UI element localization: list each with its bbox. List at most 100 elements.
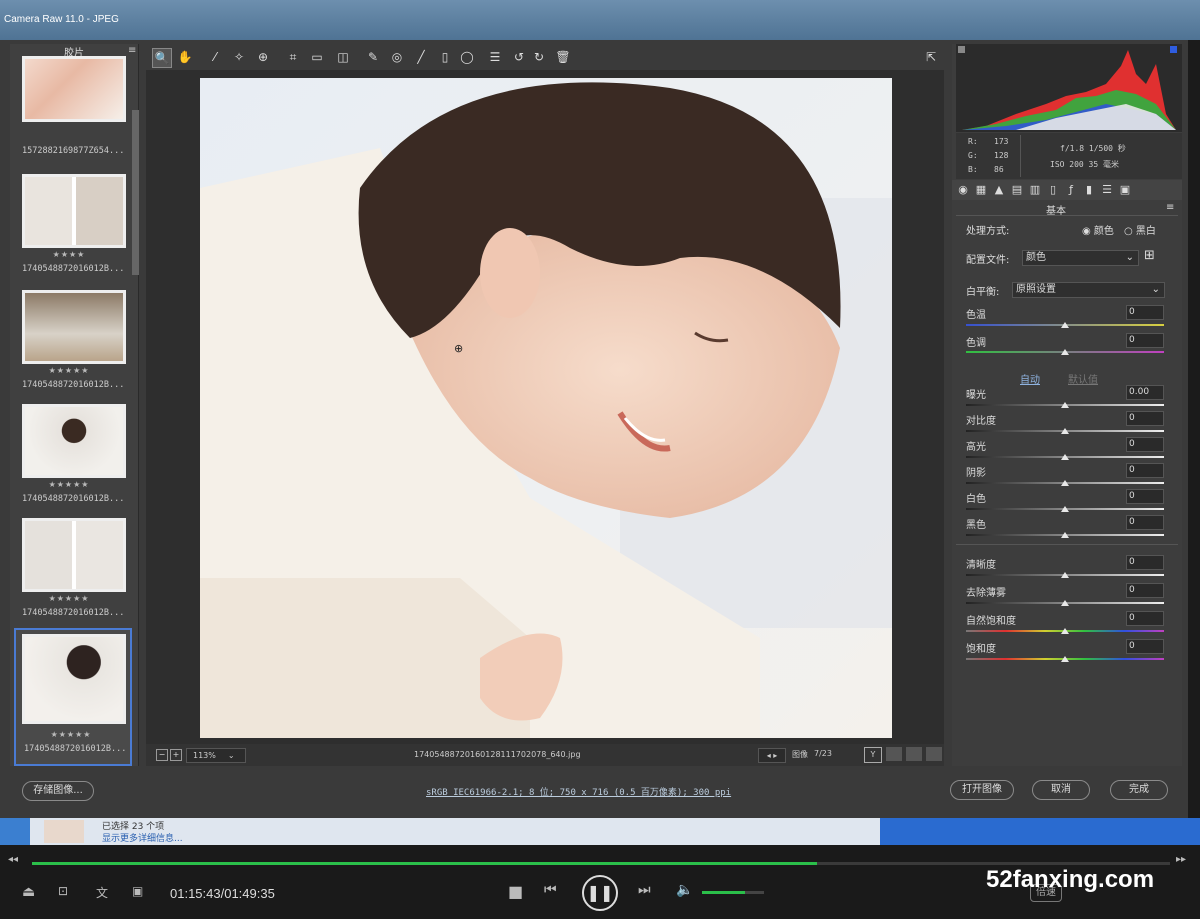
before-after-toggle[interactable]: Y <box>864 747 882 763</box>
cancel-button[interactable]: 取消 <box>1032 780 1090 800</box>
temperature-value[interactable]: 0 <box>1126 305 1164 320</box>
spot-removal-tool-icon[interactable]: ✎ <box>364 48 382 66</box>
rewind-icon[interactable]: ◂◂ <box>8 854 18 865</box>
tone-curve-tab-icon[interactable]: ▦ <box>974 183 988 197</box>
treatment-bw-radio[interactable]: ○ 黑白 <box>1124 222 1156 237</box>
calibration-tab-icon[interactable]: ▮ <box>1082 183 1096 197</box>
hand-tool-icon[interactable]: ✋ <box>176 48 194 66</box>
white-balance-dropdown[interactable]: 原照设置 ⌄ <box>1012 282 1165 298</box>
trash-icon[interactable]: 🗑 <box>554 48 572 66</box>
filmstrip-item[interactable]: ★★★★★ 1740548872016012B... <box>14 402 128 514</box>
split-toning-tab-icon[interactable]: ▥ <box>1028 183 1042 197</box>
preferences-icon[interactable]: ☰ <box>486 48 504 66</box>
radial-filter-icon[interactable]: ◯ <box>458 48 476 66</box>
treatment-color-radio[interactable]: ◉ 颜色 <box>1082 222 1114 237</box>
clarity-slider-thumb[interactable] <box>1061 572 1069 578</box>
more-details-link[interactable]: 显示更多详细信息... <box>102 831 183 844</box>
red-eye-tool-icon[interactable]: ◎ <box>388 48 406 66</box>
basic-tab-icon[interactable]: ◉ <box>956 183 970 197</box>
tint-value[interactable]: 0 <box>1126 333 1164 348</box>
zoom-in-icon[interactable]: + <box>170 749 182 761</box>
whites-slider-thumb[interactable] <box>1061 506 1069 512</box>
shadow-clipping-icon[interactable] <box>958 46 965 53</box>
previous-icon[interactable]: ⏮ <box>544 882 557 898</box>
highlights-slider-thumb[interactable] <box>1061 454 1069 460</box>
exposure-value[interactable]: 0.00 <box>1126 385 1164 400</box>
shadows-value[interactable]: 0 <box>1126 463 1164 478</box>
saturation-value[interactable]: 0 <box>1126 639 1164 654</box>
filmstrip-menu-icon[interactable]: ≡ <box>128 45 136 56</box>
filmstrip-item-selected[interactable]: ★★★★★ 1740548872016012B... <box>14 628 132 766</box>
zoom-out-icon[interactable]: − <box>156 749 168 761</box>
targeted-adjustment-tool-icon[interactable]: ⊕ <box>254 48 272 66</box>
next-icon[interactable]: ⏭ <box>638 882 651 898</box>
open-image-button[interactable]: 打开图像 <box>950 780 1014 800</box>
lens-tab-icon[interactable]: ▯ <box>1046 183 1060 197</box>
effects-tab-icon[interactable]: ƒ <box>1064 183 1078 197</box>
detail-tab-icon[interactable]: ▲ <box>992 183 1006 197</box>
tint-slider-thumb[interactable] <box>1061 349 1069 355</box>
hsl-tab-icon[interactable]: ▤ <box>1010 183 1024 197</box>
dehaze-slider-thumb[interactable] <box>1061 600 1069 606</box>
fullscreen-toggle-icon[interactable]: ⇱ <box>922 48 940 66</box>
clarity-value[interactable]: 0 <box>1126 555 1164 570</box>
copy-settings-icon[interactable] <box>906 747 922 761</box>
rotate-left-icon[interactable]: ↺ <box>510 48 528 66</box>
panel-menu-icon[interactable]: ≡ <box>1166 202 1174 213</box>
straighten-tool-icon[interactable]: ▭ <box>308 48 326 66</box>
presets-tab-icon[interactable]: ☰ <box>1100 183 1114 197</box>
pause-button[interactable]: ❚❚ <box>582 875 618 911</box>
filmstrip-scrollbar[interactable] <box>132 110 139 275</box>
dehaze-value[interactable]: 0 <box>1126 583 1164 598</box>
rating-stars[interactable]: ★★★★★ <box>14 366 124 375</box>
contrast-value[interactable]: 0 <box>1126 411 1164 426</box>
screenshot-icon[interactable]: ▣ <box>132 884 143 898</box>
filmstrip-item[interactable]: ★★★★★ 1740548872016012B... <box>14 288 128 400</box>
vibrance-slider-thumb[interactable] <box>1061 628 1069 634</box>
white-balance-tool-icon[interactable]: ⁄ <box>206 48 224 66</box>
done-button[interactable]: 完成 <box>1110 780 1168 800</box>
subtitle-icon[interactable]: ⊡ <box>58 884 68 898</box>
default-link[interactable]: 默认值 <box>1068 371 1098 386</box>
saturation-slider-thumb[interactable] <box>1061 656 1069 662</box>
swap-settings-icon[interactable] <box>886 747 902 761</box>
rating-stars[interactable]: ★★★★★ <box>14 594 124 603</box>
highlights-value[interactable]: 0 <box>1126 437 1164 452</box>
highlight-clipping-icon[interactable] <box>1170 46 1177 53</box>
rating-stars[interactable]: ★★★★ <box>14 250 124 259</box>
graduated-filter-icon[interactable]: ▯ <box>436 48 454 66</box>
filmstrip-item[interactable]: ★★★★ 1740548872016012B... <box>14 172 128 284</box>
exposure-slider-thumb[interactable] <box>1061 402 1069 408</box>
contrast-slider-thumb[interactable] <box>1061 428 1069 434</box>
adjustment-brush-icon[interactable]: ╱ <box>412 48 430 66</box>
filmstrip-item[interactable]: ★★★★★ 1740548872016012B... <box>14 516 128 628</box>
workflow-options-link[interactable]: sRGB IEC61966-2.1; 8 位; 750 x 716 (0.5 百… <box>426 785 731 798</box>
stop-icon[interactable]: ■ <box>508 882 523 901</box>
translate-icon[interactable]: 文 <box>96 884 108 901</box>
auto-link[interactable]: 自动 <box>1020 371 1040 386</box>
color-sampler-tool-icon[interactable]: ✧ <box>230 48 248 66</box>
blacks-value[interactable]: 0 <box>1126 515 1164 530</box>
filmstrip-item[interactable]: 1572882169877Z654... <box>14 54 128 166</box>
preview-photo[interactable] <box>200 78 892 738</box>
profile-dropdown[interactable]: 颜色 ⌄ <box>1022 250 1139 266</box>
crop-tool-icon[interactable]: ⌗ <box>284 48 302 66</box>
whites-value[interactable]: 0 <box>1126 489 1164 504</box>
shadows-slider-thumb[interactable] <box>1061 480 1069 486</box>
zoom-level-select[interactable]: 113% ⌄ <box>186 748 246 763</box>
transform-tool-icon[interactable]: ◫ <box>334 48 352 66</box>
vibrance-value[interactable]: 0 <box>1126 611 1164 626</box>
profile-browser-icon[interactable]: ⊞ <box>1144 248 1155 263</box>
eject-icon[interactable]: ⏏ <box>22 884 35 900</box>
rotate-right-icon[interactable]: ↻ <box>530 48 548 66</box>
blacks-slider-thumb[interactable] <box>1061 532 1069 538</box>
rating-stars[interactable]: ★★★★★ <box>14 480 124 489</box>
zoom-tool-icon[interactable]: 🔍 <box>152 48 172 68</box>
rating-stars[interactable]: ★★★★★ <box>16 730 126 739</box>
image-nav-arrows[interactable]: ◂ ▸ <box>758 748 786 763</box>
forward-icon[interactable]: ▸▸ <box>1176 854 1186 865</box>
temperature-slider-thumb[interactable] <box>1061 322 1069 328</box>
save-image-button[interactable]: 存储图像... <box>22 781 94 801</box>
snapshots-tab-icon[interactable]: ▣ <box>1118 183 1132 197</box>
volume-icon[interactable]: 🔈 <box>676 882 693 898</box>
